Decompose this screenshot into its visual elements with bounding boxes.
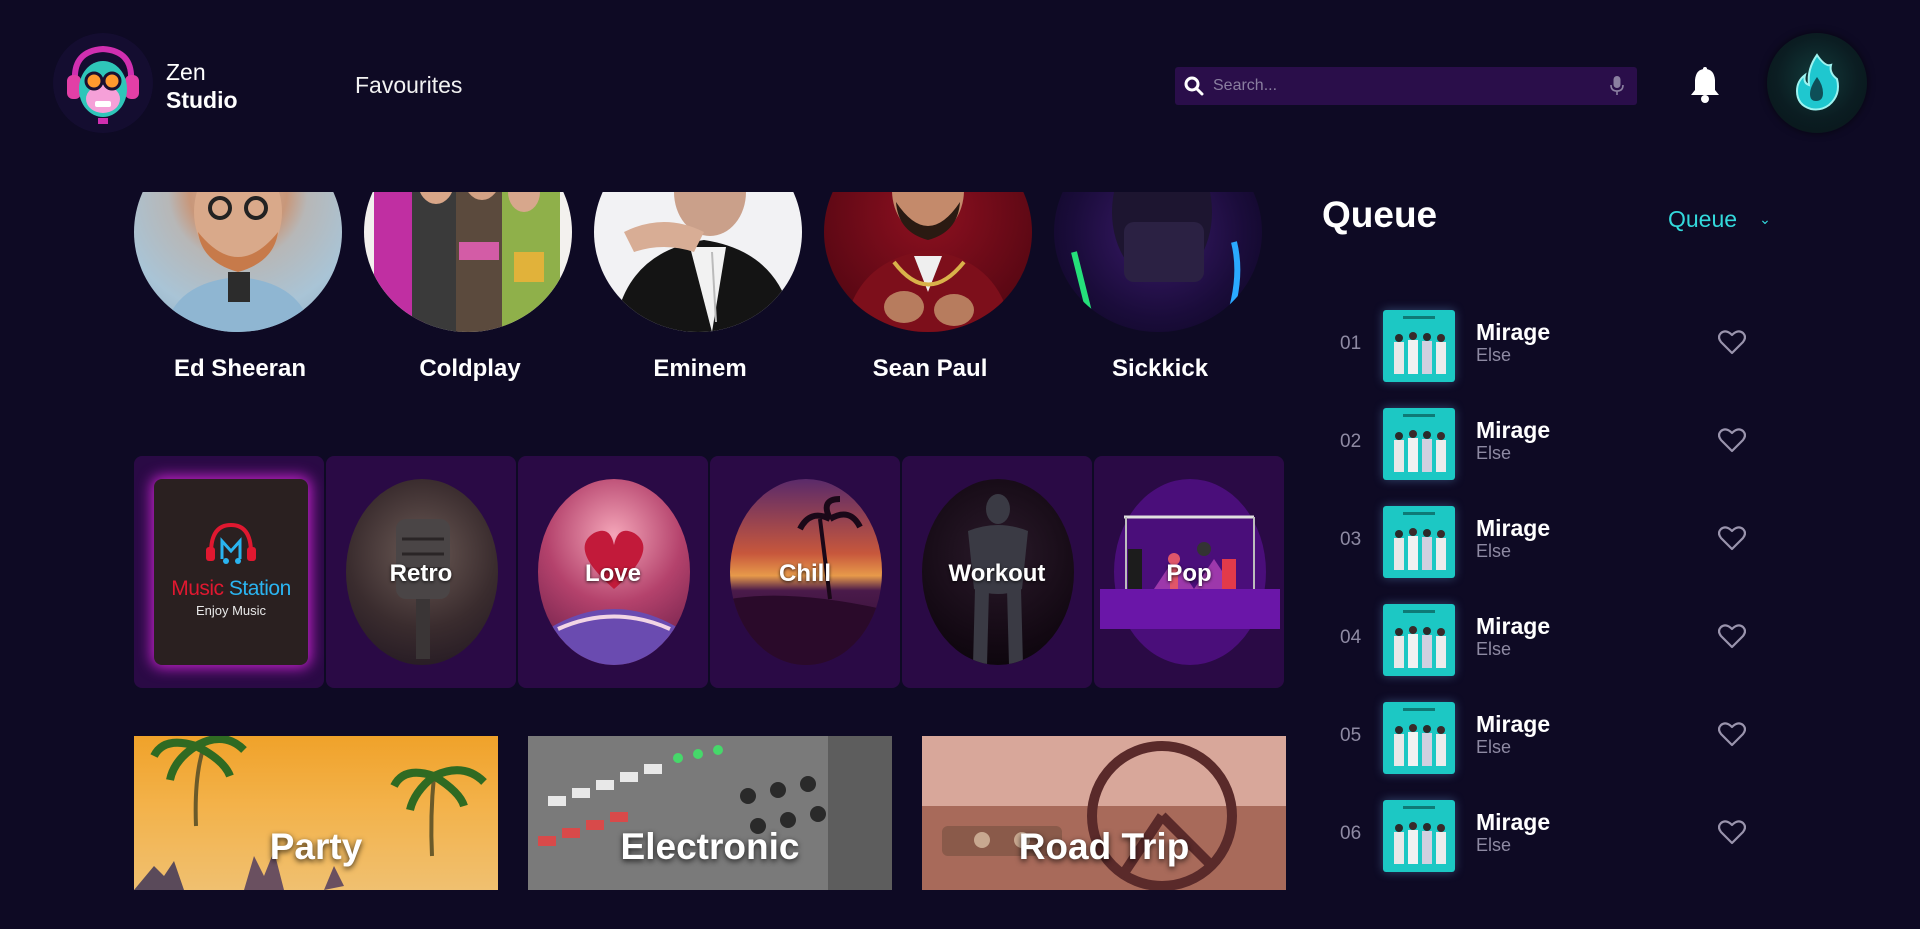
music-station-tagline: Enjoy Music: [195, 603, 267, 618]
artist-photo: [594, 192, 802, 332]
artist-name: Eminem: [653, 355, 747, 382]
track-artist: Else: [1476, 345, 1512, 365]
mood-label: Love: [584, 560, 641, 587]
track-title: Mirage: [1476, 809, 1551, 835]
mood-label: Workout: [948, 560, 1046, 587]
album-cover[interactable]: [1383, 702, 1455, 774]
mood-label: Pop: [1166, 560, 1212, 587]
track-artist: Else: [1476, 443, 1512, 463]
music-station-word2: Station: [228, 577, 291, 600]
track-artist: Else: [1476, 639, 1512, 659]
track-number: 05: [1340, 725, 1362, 746]
nav-favourites-link[interactable]: Favourites: [355, 72, 462, 99]
heart-icon[interactable]: [1717, 329, 1747, 355]
queue-row[interactable]: 05 Mirage Else: [1330, 702, 1770, 782]
genre-banner-road-trip[interactable]: Road Trip: [922, 736, 1286, 890]
genre-label: Electronic: [620, 826, 800, 867]
album-cover[interactable]: [1383, 408, 1455, 480]
track-artist: Else: [1476, 835, 1512, 855]
track-number: 03: [1340, 529, 1362, 550]
track-title: Mirage: [1476, 613, 1551, 639]
brand-name: Zen Studio: [166, 58, 238, 114]
album-cover[interactable]: [1383, 506, 1455, 578]
artist-photo: [364, 192, 572, 332]
track-number: 06: [1340, 823, 1362, 844]
music-station-title: Music Station: [154, 577, 308, 601]
mood-carousel: Music Station Enjoy Music Retro Love Chi…: [134, 456, 1286, 688]
mood-card-retro[interactable]: Retro: [326, 456, 516, 688]
user-avatar[interactable]: [1767, 33, 1867, 133]
artist-photo: [134, 192, 342, 332]
track-number: 01: [1340, 333, 1362, 354]
search-bar: [1175, 67, 1637, 105]
queue-row[interactable]: 06 Mirage Else: [1330, 800, 1770, 880]
album-cover[interactable]: [1383, 604, 1455, 676]
search-icon[interactable]: [1175, 67, 1213, 105]
queue-row[interactable]: 01 Mirage Else: [1330, 310, 1770, 390]
artist-name: Ed Sheeran: [173, 355, 307, 382]
track-number: 02: [1340, 431, 1362, 452]
artist-name: Sean Paul: [872, 355, 988, 382]
track-title: Mirage: [1476, 319, 1551, 345]
track-title: Mirage: [1476, 711, 1551, 737]
heart-icon[interactable]: [1717, 819, 1747, 845]
artist-photo: [824, 192, 1032, 332]
heart-icon[interactable]: [1717, 427, 1747, 453]
brand-line-2: Studio: [166, 87, 238, 113]
heart-icon[interactable]: [1717, 721, 1747, 747]
mood-label: Retro: [389, 560, 453, 587]
brand-line-1: Zen: [166, 59, 206, 85]
queue-title: Queue: [1322, 194, 1438, 235]
track-title: Mirage: [1476, 515, 1551, 541]
artist-name: Sickkick: [1111, 355, 1209, 382]
mood-label: Chill: [779, 560, 831, 587]
genre-banner-electronic[interactable]: Electronic: [528, 736, 892, 890]
heart-icon[interactable]: [1717, 525, 1747, 551]
track-title: Mirage: [1476, 417, 1551, 443]
top-bar: Zen Studio Favourites: [0, 0, 1920, 160]
chevron-down-icon: ⌄: [1759, 210, 1771, 227]
artist-name: Coldplay: [419, 355, 521, 382]
bell-icon[interactable]: [1688, 66, 1722, 104]
mood-card-pop[interactable]: Pop: [1094, 456, 1284, 688]
heart-icon[interactable]: [1717, 623, 1747, 649]
album-cover[interactable]: [1383, 800, 1455, 872]
flame-icon: [1795, 53, 1839, 111]
monkey-logo-icon[interactable]: [53, 33, 153, 133]
queue-row[interactable]: 03 Mirage Else: [1330, 506, 1770, 586]
genre-label: Party: [269, 826, 363, 867]
artist-photo: [1054, 192, 1262, 332]
genre-banner-party[interactable]: Party: [134, 736, 498, 890]
search-input[interactable]: [1213, 67, 1597, 105]
album-cover[interactable]: [1383, 310, 1455, 382]
mic-icon[interactable]: [1597, 67, 1637, 105]
queue-row[interactable]: 04 Mirage Else: [1330, 604, 1770, 684]
track-artist: Else: [1476, 737, 1512, 757]
mood-card-love[interactable]: Love: [518, 456, 708, 688]
mood-card-chill[interactable]: Chill: [710, 456, 900, 688]
queue-select-value: Queue: [1668, 205, 1738, 232]
genre-label: Road Trip: [1018, 826, 1190, 867]
queue-select[interactable]: Queue ⌄: [1668, 204, 1798, 234]
mood-card-workout[interactable]: Workout: [902, 456, 1092, 688]
track-number: 04: [1340, 627, 1362, 648]
mood-card-music-station[interactable]: Music Station Enjoy Music: [134, 456, 324, 688]
track-artist: Else: [1476, 541, 1512, 561]
queue-row[interactable]: 02 Mirage Else: [1330, 408, 1770, 488]
artists-row: Ed Sheeran Coldplay Eminem Sean Paul Sic…: [130, 192, 1290, 392]
music-station-logo: Music Station Enjoy Music: [154, 479, 308, 665]
music-station-word1: Music: [171, 577, 224, 600]
